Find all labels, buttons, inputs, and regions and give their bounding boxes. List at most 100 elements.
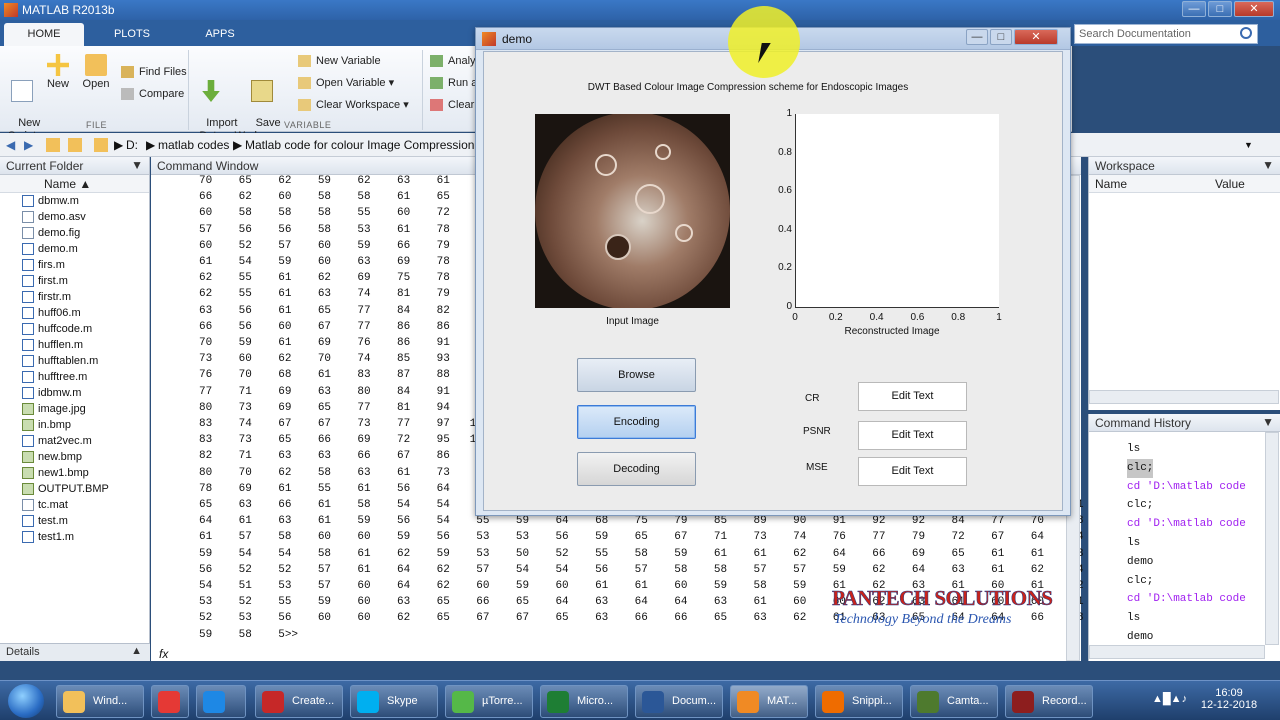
taskbar-item[interactable]	[151, 685, 189, 718]
browse-folder-icon[interactable]	[68, 138, 82, 152]
cr-field[interactable]: Edit Text	[858, 382, 967, 411]
run-label: Run a	[448, 77, 478, 89]
file-item[interactable]: hufflen.m	[0, 337, 149, 353]
search-icon[interactable]	[1240, 27, 1252, 39]
taskbar-item[interactable]: MAT...	[730, 685, 808, 718]
command-output-line: 76 70 68 61 83 87 88 88	[199, 369, 490, 382]
breadcrumb-current[interactable]: Matlab code for colour Image Compression	[245, 138, 474, 152]
tab-home[interactable]: HOME	[4, 23, 84, 46]
file-item[interactable]: dbmw.m	[0, 193, 149, 209]
file-item[interactable]: firstr.m	[0, 289, 149, 305]
tab-plots[interactable]: PLOTS	[92, 23, 172, 46]
file-item[interactable]: demo.asv	[0, 209, 149, 225]
file-item[interactable]: first.m	[0, 273, 149, 289]
search-input[interactable]: Search Documentation	[1074, 24, 1258, 44]
mse-field[interactable]: Edit Text	[858, 457, 967, 486]
taskbar-item[interactable]: Wind...	[56, 685, 144, 718]
file-item[interactable]: firs.m	[0, 257, 149, 273]
command-output-line: 57 56 56 58 53 61 78 84	[199, 223, 490, 236]
file-item[interactable]: demo.fig	[0, 225, 149, 241]
history-item[interactable]: ls	[1127, 534, 1140, 553]
taskbar-item[interactable]: Create...	[255, 685, 343, 718]
clock[interactable]: 16:09 12-12-2018	[1198, 687, 1260, 711]
file-item[interactable]: in.bmp	[0, 417, 149, 433]
history-hscrollbar[interactable]	[1089, 645, 1265, 659]
taskbar-item[interactable]: Camta...	[910, 685, 998, 718]
maximize-button[interactable]: □	[1208, 1, 1232, 17]
open-variable-button[interactable]: Open Variable ▾	[298, 75, 394, 91]
history-item[interactable]: clc;	[1127, 458, 1154, 478]
file-item[interactable]: hufftree.m	[0, 369, 149, 385]
analyze-button[interactable]: Analy	[430, 53, 476, 69]
find-files-button[interactable]: Find Files	[121, 64, 187, 80]
taskbar-item[interactable]	[196, 685, 246, 718]
history-item[interactable]: ls	[1127, 440, 1140, 459]
close-button[interactable]: ✕	[1234, 1, 1274, 17]
tab-apps[interactable]: APPS	[180, 23, 260, 46]
matlab-file-icon	[22, 371, 34, 383]
clear-workspace-button[interactable]: Clear Workspace ▾	[298, 97, 409, 113]
demo-minimize-button[interactable]: —	[966, 29, 988, 45]
start-button[interactable]	[8, 684, 44, 718]
browse-button[interactable]: Browse	[577, 358, 696, 392]
command-history-title: Command History	[1095, 416, 1192, 430]
forward-icon[interactable]: ▶	[24, 138, 33, 152]
history-item[interactable]: demo	[1127, 553, 1153, 572]
file-item[interactable]: new.bmp	[0, 449, 149, 465]
open-button[interactable]: Open	[82, 54, 110, 91]
history-vscrollbar[interactable]	[1265, 432, 1279, 645]
file-item[interactable]: huff06.m	[0, 305, 149, 321]
panel-menu-icon[interactable]: ▼	[1262, 158, 1274, 172]
minimize-button[interactable]: —	[1182, 1, 1206, 17]
back-icon[interactable]: ◀	[6, 138, 15, 152]
demo-close-button[interactable]: ✕	[1014, 29, 1058, 45]
taskbar-item[interactable]: Docum...	[635, 685, 723, 718]
file-item[interactable]: test1.m	[0, 529, 149, 545]
new-variable-button[interactable]: New Variable	[298, 53, 381, 69]
command-output-line: 70 65 62 59 62 63 61 62	[199, 175, 490, 187]
panel-menu-icon[interactable]: ▼	[131, 158, 143, 172]
file-item[interactable]: mat2vec.m	[0, 433, 149, 449]
encoding-button[interactable]: Encoding	[577, 405, 696, 439]
breadcrumb-matlab-codes[interactable]: matlab codes	[158, 138, 229, 152]
clear-button[interactable]: Clear	[430, 97, 474, 113]
file-item[interactable]: hufftablen.m	[0, 353, 149, 369]
new-button[interactable]: New	[44, 54, 72, 91]
compare-label: Compare	[139, 88, 185, 100]
workspace-name-column[interactable]: Name	[1095, 177, 1127, 191]
history-item[interactable]: cd 'D:\matlab code	[1127, 515, 1246, 534]
file-item[interactable]: tc.mat	[0, 497, 149, 513]
details-panel[interactable]: Details ▲	[0, 643, 150, 661]
file-item[interactable]: demo.m	[0, 241, 149, 257]
file-item[interactable]: image.jpg	[0, 401, 149, 417]
taskbar-item[interactable]: Skype	[350, 685, 438, 718]
tray-icons[interactable]: ▲█▲♪	[1152, 693, 1187, 705]
up-folder-icon[interactable]	[46, 138, 60, 152]
psnr-field[interactable]: Edit Text	[858, 421, 967, 450]
chevron-up-icon[interactable]: ▲	[131, 645, 142, 657]
demo-maximize-button[interactable]: □	[990, 29, 1012, 45]
workspace-hscrollbar[interactable]	[1089, 390, 1279, 404]
history-item[interactable]: clc;	[1127, 496, 1153, 515]
taskbar-item[interactable]: Record...	[1005, 685, 1093, 718]
file-item[interactable]: new1.bmp	[0, 465, 149, 481]
history-item[interactable]: clc;	[1127, 572, 1153, 591]
taskbar-item[interactable]: Micro...	[540, 685, 628, 718]
file-item[interactable]: idbmw.m	[0, 385, 149, 401]
compare-button[interactable]: Compare	[121, 86, 184, 102]
file-item[interactable]: huffcode.m	[0, 321, 149, 337]
history-item[interactable]: cd 'D:\matlab code	[1127, 478, 1246, 497]
file-item[interactable]: OUTPUT.BMP	[0, 481, 149, 497]
history-item[interactable]: cd 'D:\matlab code	[1127, 590, 1246, 609]
breadcrumb-drive[interactable]: D:	[126, 138, 138, 152]
workspace-value-column[interactable]: Value	[1215, 177, 1245, 191]
name-column-header[interactable]: Name ▲	[0, 175, 149, 193]
file-item[interactable]: test.m	[0, 513, 149, 529]
panel-menu-icon[interactable]: ▼	[1262, 415, 1274, 429]
history-item[interactable]: ls	[1127, 609, 1140, 628]
run-button[interactable]: Run a	[430, 75, 477, 91]
chevron-down-icon[interactable]: ▼	[1244, 140, 1253, 150]
taskbar-item[interactable]: µTorre...	[445, 685, 533, 718]
taskbar-item[interactable]: Snippi...	[815, 685, 903, 718]
decoding-button[interactable]: Decoding	[577, 452, 696, 486]
